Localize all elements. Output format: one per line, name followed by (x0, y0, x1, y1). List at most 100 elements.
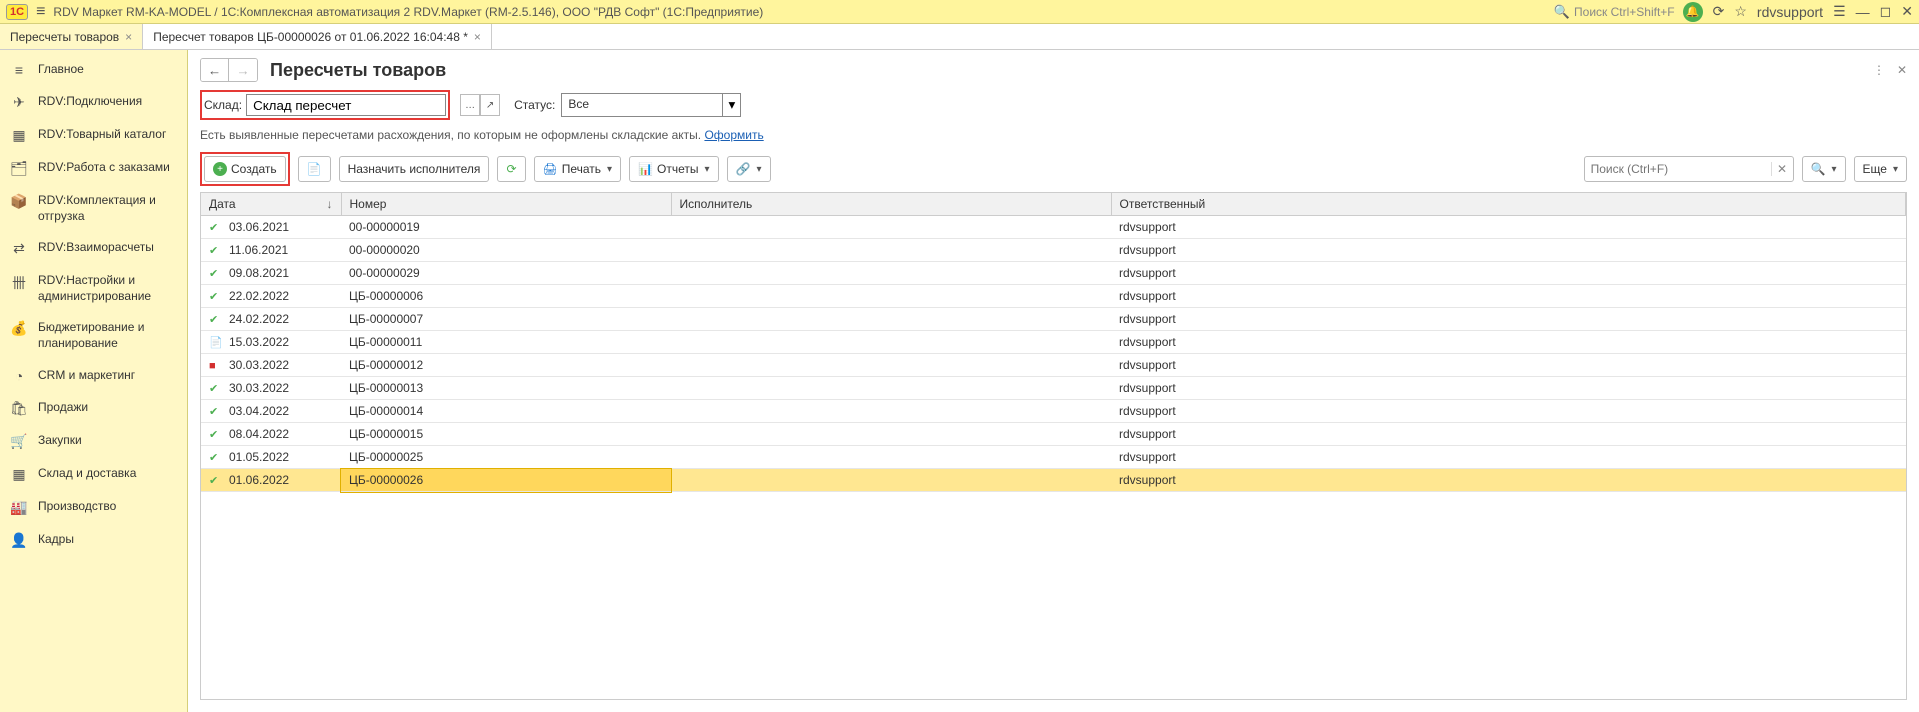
cell-number: ЦБ-00000015 (341, 423, 671, 446)
col-responsible[interactable]: Ответственный (1111, 193, 1906, 216)
cell-number: 00-00000020 (341, 239, 671, 262)
search-icon: 🔍 (1554, 4, 1570, 20)
table-row[interactable]: ✔08.04.2022ЦБ-00000015rdvsupport (201, 423, 1906, 446)
sidebar-icon: 卌 (10, 273, 28, 293)
tab-label: Пересчеты товаров (10, 30, 119, 44)
sidebar-icon: 🗂 (10, 160, 28, 177)
maximize-icon[interactable]: ◻ (1880, 3, 1892, 20)
tab-label: Пересчет товаров ЦБ-00000026 от 01.06.20… (153, 30, 468, 44)
print-button[interactable]: 🖨 Печать ▾ (534, 156, 622, 182)
refresh-icon[interactable]: ⟳ (1713, 3, 1725, 20)
table-row[interactable]: ✔03.04.2022ЦБ-00000014rdvsupport (201, 400, 1906, 423)
cell-responsible: rdvsupport (1111, 285, 1906, 308)
reports-label: Отчеты (657, 162, 698, 176)
sklad-input[interactable] (246, 94, 446, 116)
assign-button[interactable]: Назначить исполнителя (339, 156, 490, 182)
menu-icon[interactable]: ≡ (36, 3, 45, 21)
table-search-input[interactable] (1585, 162, 1771, 176)
cell-date: 15.03.2022 (229, 335, 289, 349)
table-row[interactable]: ✔01.06.2022ЦБ-00000026rdvsupport (201, 469, 1906, 492)
sidebar-item-0[interactable]: ≡ Главное (0, 54, 187, 86)
warning-text: Есть выявленные пересчетами расхождения,… (200, 128, 704, 142)
table-row[interactable]: ✔11.06.202100-00000020rdvsupport (201, 239, 1906, 262)
sidebar-icon: 📦 (10, 193, 28, 210)
table-row[interactable]: ✔22.02.2022ЦБ-00000006rdvsupport (201, 285, 1906, 308)
tab-close-icon[interactable]: × (125, 30, 132, 44)
reports-button[interactable]: 📊 Отчеты ▾ (629, 156, 718, 182)
table-row[interactable]: ✔03.06.202100-00000019rdvsupport (201, 216, 1906, 239)
more-menu-icon[interactable]: ⋮ (1873, 63, 1885, 77)
create-button[interactable]: + Создать (204, 156, 286, 182)
table-row[interactable]: 📄15.03.2022ЦБ-00000011rdvsupport (201, 331, 1906, 354)
col-number[interactable]: Номер (341, 193, 671, 216)
settings-icon[interactable]: ☰ (1833, 3, 1846, 20)
sidebar-item-label: Закупки (38, 433, 82, 449)
status-select[interactable]: Все ▾ (561, 93, 741, 117)
tab-0[interactable]: Пересчеты товаров × (0, 24, 143, 49)
sklad-select-button[interactable]: … (460, 94, 480, 116)
cell-responsible: rdvsupport (1111, 262, 1906, 285)
status-dropdown-button[interactable]: ▾ (722, 94, 740, 116)
sidebar-icon: ◔ (10, 368, 28, 384)
cell-date: 08.04.2022 (229, 427, 289, 441)
sidebar-item-4[interactable]: 📦RDV:Комплектация и отгрузка (0, 185, 187, 232)
sidebar-item-9[interactable]: 🛍Продажи (0, 392, 187, 425)
copy-button[interactable]: 📄 (298, 156, 331, 182)
table-row[interactable]: ✔24.02.2022ЦБ-00000007rdvsupport (201, 308, 1906, 331)
bell-icon[interactable]: 🔔 (1683, 2, 1703, 22)
clear-search-icon[interactable]: ✕ (1771, 162, 1793, 176)
close-icon[interactable]: ✕ (1901, 3, 1913, 20)
star-icon[interactable]: ☆ (1734, 3, 1747, 20)
sidebar-item-label: Бюджетирование и планирование (38, 320, 177, 351)
table-search[interactable]: ✕ (1584, 156, 1794, 182)
print-icon: 🖨 (543, 162, 558, 176)
sklad-open-button[interactable]: ↗ (480, 94, 500, 116)
tab-1[interactable]: Пересчет товаров ЦБ-00000026 от 01.06.20… (143, 24, 492, 49)
row-status-icon: ✔ (209, 221, 223, 234)
table-row[interactable]: ✔30.03.2022ЦБ-00000013rdvsupport (201, 377, 1906, 400)
minimize-icon[interactable]: — (1856, 4, 1870, 20)
cell-number: 00-00000029 (341, 262, 671, 285)
main-area: ← → Пересчеты товаров ⋮ ✕ Склад: … ↗ Ста… (188, 50, 1919, 712)
sidebar-item-6[interactable]: 卌RDV:Настройки и администрирование (0, 265, 187, 312)
report-icon: 📊 (638, 162, 653, 176)
sidebar-item-12[interactable]: 🏭Производство (0, 491, 187, 524)
cell-number: ЦБ-00000012 (341, 354, 671, 377)
table-row[interactable]: ■30.03.2022ЦБ-00000012rdvsupport (201, 354, 1906, 377)
table-row[interactable]: ✔09.08.202100-00000029rdvsupport (201, 262, 1906, 285)
username[interactable]: rdvsupport (1757, 4, 1823, 20)
table-row[interactable]: ✔01.05.2022ЦБ-00000025rdvsupport (201, 446, 1906, 469)
row-status-icon: ■ (209, 360, 223, 372)
filter-button[interactable]: 🔍 ▾ (1802, 156, 1846, 182)
col-date[interactable]: Дата ↓ (201, 193, 341, 216)
cell-date: 03.06.2021 (229, 220, 289, 234)
more-button[interactable]: Еще ▾ (1854, 156, 1907, 182)
sidebar-item-2[interactable]: ▦RDV:Товарный каталог (0, 119, 187, 152)
top-search[interactable]: 🔍 Поиск Ctrl+Shift+F (1554, 4, 1675, 20)
forward-button[interactable]: → (229, 59, 257, 81)
cell-number: ЦБ-00000014 (341, 400, 671, 423)
sidebar-item-8[interactable]: ◔CRM и маркетинг (0, 360, 187, 392)
sidebar-item-5[interactable]: ⇄RDV:Взаиморасчеты (0, 232, 187, 265)
sidebar-item-label: RDV:Подключения (38, 94, 142, 110)
refresh-button[interactable]: ⟳ (497, 156, 525, 182)
link-button[interactable]: 🔗 ▾ (727, 156, 771, 182)
sidebar-item-7[interactable]: 💰Бюджетирование и планирование (0, 312, 187, 359)
sidebar-item-13[interactable]: 👤Кадры (0, 524, 187, 557)
table[interactable]: Дата ↓ Номер Исполнитель Ответственный ✔… (200, 192, 1907, 700)
sidebar-item-1[interactable]: ✈RDV:Подключения (0, 86, 187, 119)
sidebar-item-10[interactable]: 🛒Закупки (0, 425, 187, 458)
row-status-icon: ✔ (209, 428, 223, 441)
sidebar-icon: ≡ (10, 62, 28, 78)
sidebar-item-11[interactable]: ▦Склад и доставка (0, 458, 187, 491)
cell-executor (671, 285, 1111, 308)
cell-executor (671, 400, 1111, 423)
warning-link[interactable]: Оформить (704, 128, 763, 142)
col-executor[interactable]: Исполнитель (671, 193, 1111, 216)
sidebar-item-label: Главное (38, 62, 84, 78)
cell-number: ЦБ-00000026 (341, 469, 671, 492)
back-button[interactable]: ← (201, 59, 229, 81)
close-page-icon[interactable]: ✕ (1897, 63, 1907, 77)
tab-close-icon[interactable]: × (474, 30, 481, 44)
sidebar-item-3[interactable]: 🗂RDV:Работа с заказами (0, 152, 187, 185)
